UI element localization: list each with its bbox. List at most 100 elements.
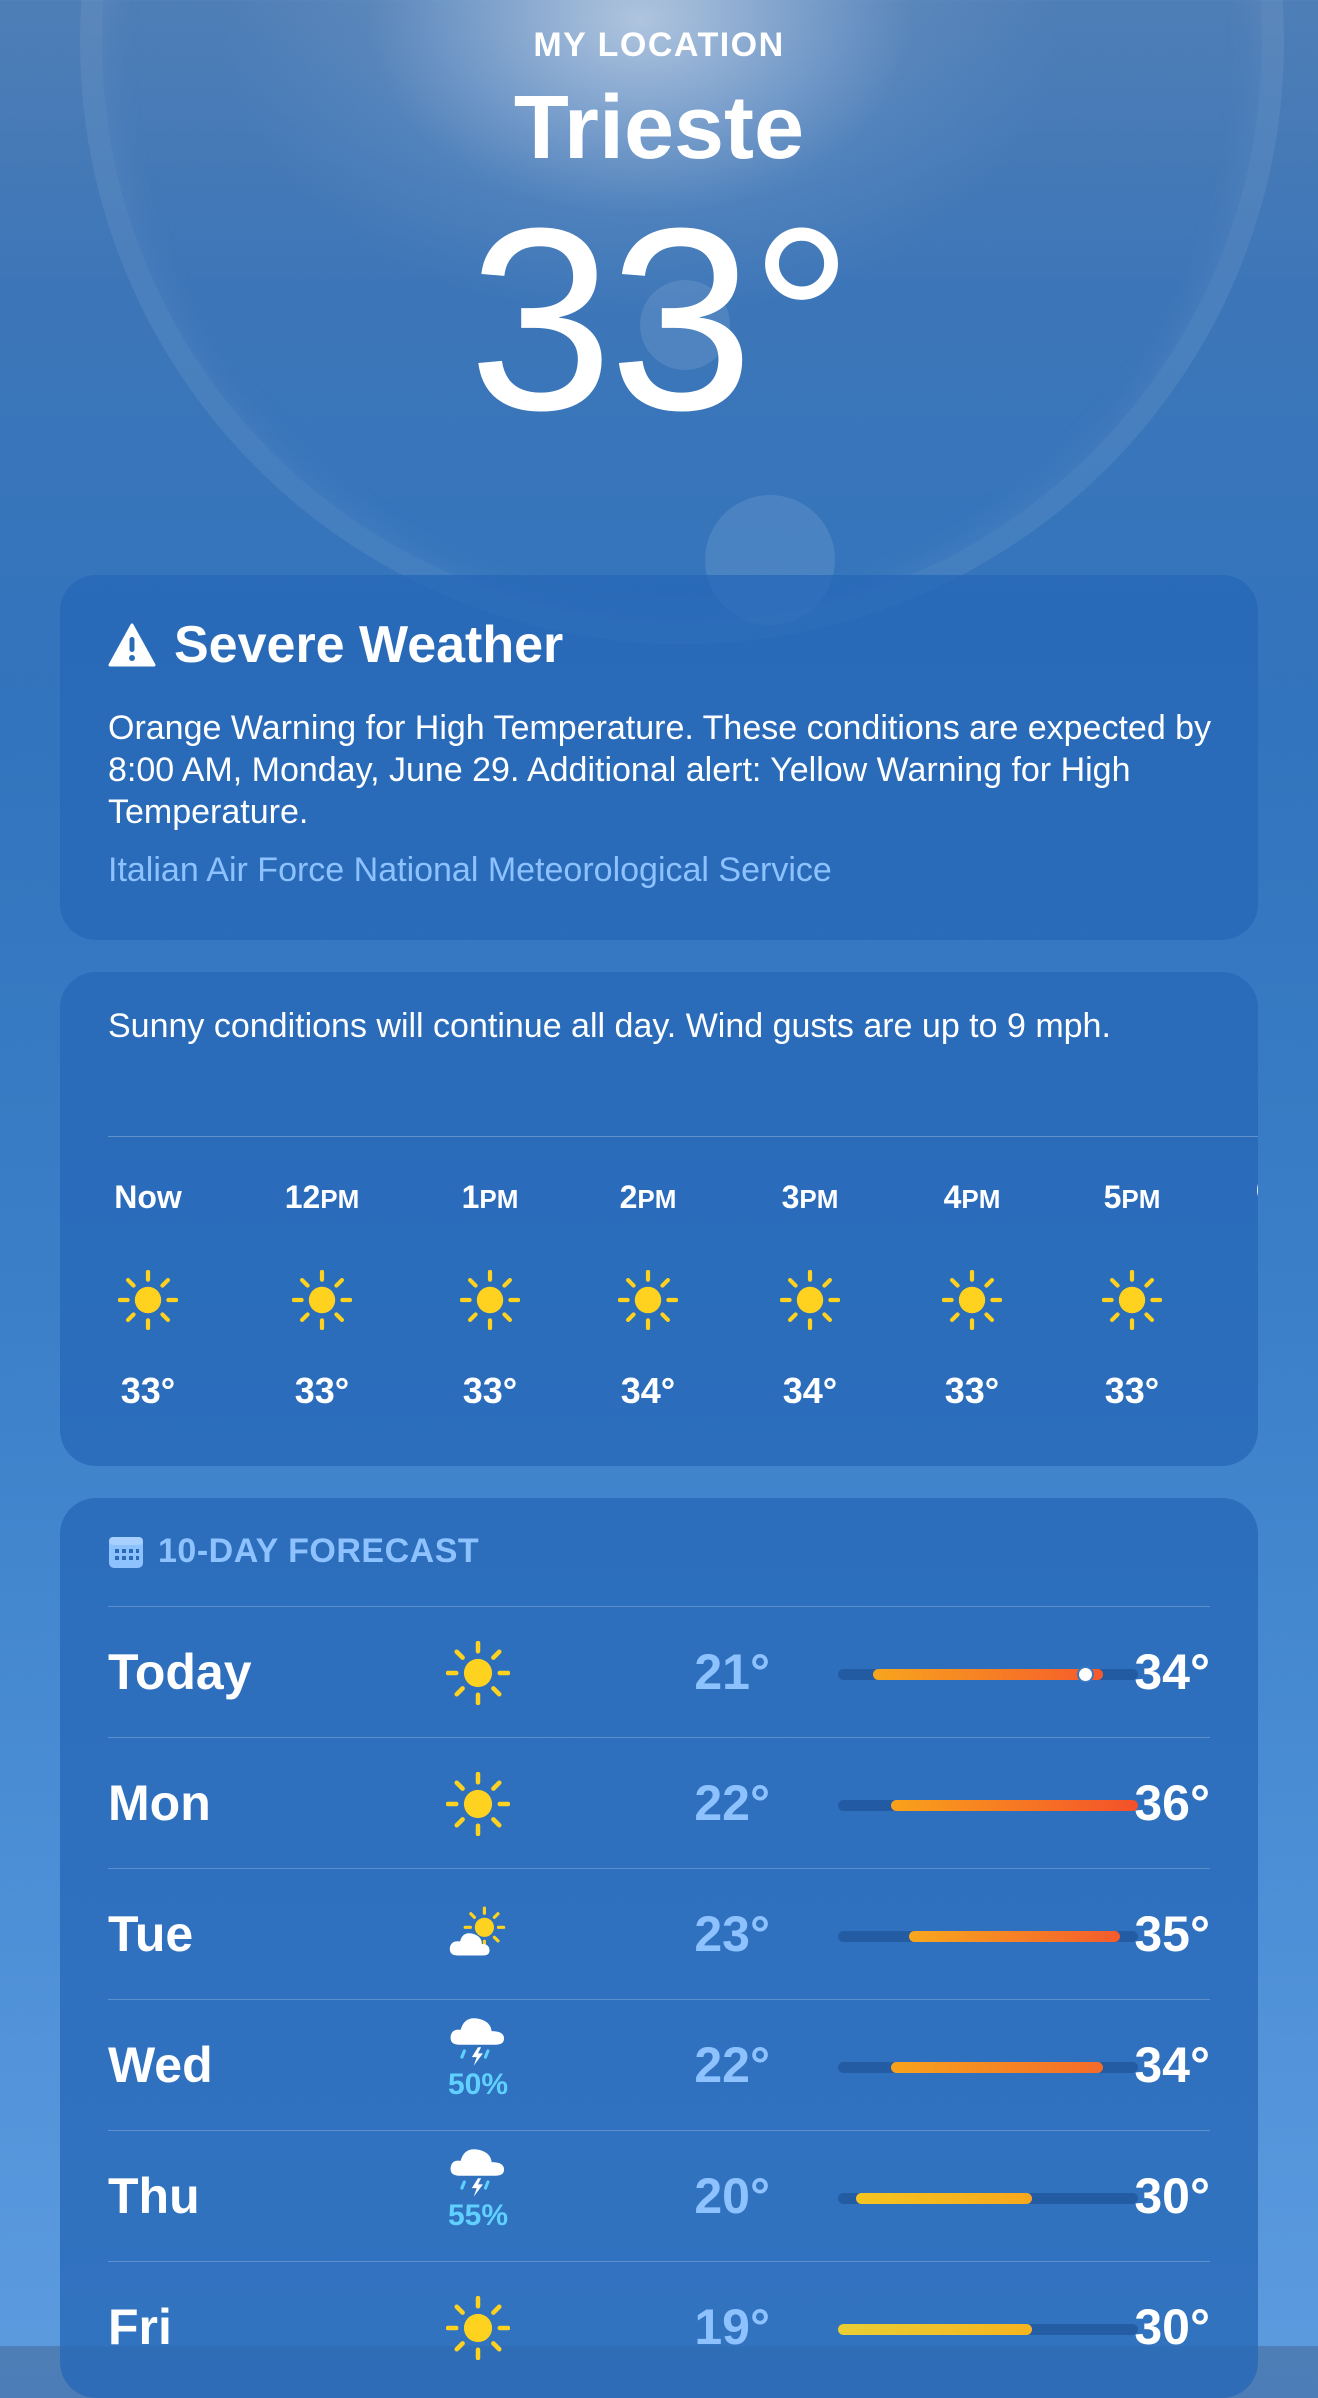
hour-icon — [1072, 1270, 1192, 1330]
location-label: MY LOCATION — [533, 26, 785, 64]
day-icon — [418, 1641, 538, 1705]
day-low-temp: 22° — [694, 2037, 770, 2093]
sun-icon — [446, 1772, 510, 1836]
alert-title-row: Severe Weather — [108, 615, 563, 675]
hour-icon — [588, 1270, 708, 1330]
hour-icon — [430, 1270, 550, 1330]
sun-icon — [118, 1270, 178, 1330]
sun-icon — [780, 1270, 840, 1330]
severe-weather-card[interactable]: Severe Weather Orange Warning for High T… — [60, 575, 1258, 940]
day-row[interactable]: Today 21° 34° — [108, 1606, 1210, 1738]
sun-icon — [942, 1270, 1002, 1330]
sun-icon — [1102, 1270, 1162, 1330]
day-name: Today — [108, 1644, 252, 1700]
day-low-temp: 20° — [694, 2168, 770, 2224]
hour-column: 3PM 34° — [750, 1172, 870, 1412]
divider — [108, 1136, 1258, 1137]
day-icon — [418, 1772, 538, 1836]
hour-temperature: 33° — [944, 1370, 1000, 1411]
hour-icon — [88, 1270, 208, 1330]
day-low-temp: 22° — [694, 1775, 770, 1831]
precipitation-chance: 50% — [447, 2068, 509, 2101]
hour-temperature: 33° — [1104, 1370, 1160, 1411]
day-icon: 50% — [418, 2010, 538, 2102]
alert-source-link[interactable]: Italian Air Force National Meteorologica… — [108, 851, 832, 890]
ten-day-header: 10-DAY FORECAST — [108, 1532, 479, 1571]
day-name: Fri — [108, 2299, 172, 2355]
hourly-forecast-card[interactable]: Sunny conditions will continue all day. … — [60, 972, 1258, 1466]
thunderstorm-cloud-icon — [450, 2149, 505, 2197]
hour-temperature: 33° — [120, 1370, 176, 1411]
day-name: Wed — [108, 2037, 213, 2093]
hour-temperature: 33° — [462, 1370, 518, 1411]
day-row[interactable]: Tue 23° 35° — [108, 1868, 1210, 2000]
hour-icon — [262, 1270, 382, 1330]
calendar-icon — [109, 1536, 143, 1568]
day-name: Tue — [108, 1906, 194, 1962]
day-high-temp: 30° — [1134, 2299, 1210, 2355]
precipitation-chance: 55% — [447, 2199, 509, 2232]
day-icon — [418, 1903, 538, 1967]
hour-label: 3PM — [781, 1179, 839, 1215]
day-low-temp: 19° — [694, 2299, 770, 2355]
temperature-range-fill — [890, 1800, 1138, 1811]
hour-label: 12PM — [284, 1179, 360, 1215]
warning-triangle-icon — [108, 623, 156, 667]
sun-icon — [292, 1270, 352, 1330]
current-temp-marker — [1077, 1666, 1095, 1683]
alert-description: Orange Warning for High Temperature. The… — [108, 709, 1212, 831]
alert-title: Severe Weather — [174, 616, 564, 674]
hour-temperature: 34° — [620, 1370, 676, 1411]
hour-column: 4PM 33° — [912, 1172, 1032, 1412]
thunderstorm-cloud-icon — [450, 2018, 505, 2066]
temperature-range-bar — [838, 1666, 1138, 1683]
day-row[interactable]: Mon 22° 36° — [108, 1737, 1210, 1869]
current-temperature: 33° — [468, 175, 853, 465]
temperature-range-fill — [873, 1669, 1103, 1680]
temperature-range-bar — [838, 2062, 1138, 2073]
temperature-range-bar — [838, 2324, 1138, 2335]
hourly-summary: Sunny conditions will continue all day. … — [108, 1007, 1111, 1045]
day-row[interactable]: Wed 50% 22° 34° — [108, 1999, 1210, 2131]
temperature-range-fill — [908, 1931, 1121, 1942]
city-name: Trieste — [513, 78, 805, 178]
day-high-temp: 34° — [1134, 2037, 1210, 2093]
day-high-temp: 30° — [1134, 2168, 1210, 2224]
day-low-temp: 21° — [694, 1644, 770, 1700]
hour-column: 2PM 34° — [588, 1172, 708, 1412]
hour-column: 1PM 33° — [430, 1172, 550, 1412]
day-high-temp: 36° — [1134, 1775, 1210, 1831]
partly-cloudy-sun-icon — [449, 1906, 506, 1956]
day-high-temp: 35° — [1134, 1906, 1210, 1962]
day-icon: 55% — [418, 2141, 538, 2233]
day-icon — [418, 2296, 538, 2360]
day-low-temp: 23° — [694, 1906, 770, 1962]
sun-icon — [446, 2296, 510, 2360]
hour-temperature: 34° — [782, 1370, 838, 1411]
ten-day-title: 10-DAY FORECAST — [158, 1532, 480, 1570]
day-name: Mon — [108, 1775, 211, 1831]
temperature-range-bar — [838, 2193, 1138, 2204]
day-row[interactable]: Thu 55% 20° 30° — [108, 2130, 1210, 2262]
sun-icon — [460, 1270, 520, 1330]
day-row[interactable]: Fri 19° 30° — [108, 2261, 1210, 2393]
day-name: Thu — [108, 2168, 200, 2224]
sun-icon — [618, 1270, 678, 1330]
temperature-range-fill — [838, 2324, 1033, 2335]
hour-column: 5PM 33° — [1072, 1172, 1192, 1412]
hour-column: Now 33° — [88, 1172, 208, 1412]
sun-icon — [446, 1641, 510, 1705]
hour-label: Now — [114, 1179, 182, 1215]
hour-label: 2PM — [619, 1179, 677, 1215]
hour-label: 1PM — [461, 1179, 519, 1215]
temperature-range-fill — [855, 2193, 1033, 2204]
hour-label: 4PM — [943, 1179, 1001, 1215]
temperature-range-fill — [890, 2062, 1103, 2073]
day-high-temp: 34° — [1134, 1644, 1210, 1700]
ten-day-forecast-card[interactable]: 10-DAY FORECAST Today 21° 34° Mon 22° 36… — [60, 1498, 1258, 2398]
hour-label: 5PM — [1103, 1179, 1161, 1215]
hour-temperature: 33° — [294, 1370, 350, 1411]
hour-icon — [750, 1270, 870, 1330]
temperature-range-bar — [838, 1931, 1138, 1942]
hour-partial-next: 6 — [1256, 1172, 1258, 1222]
